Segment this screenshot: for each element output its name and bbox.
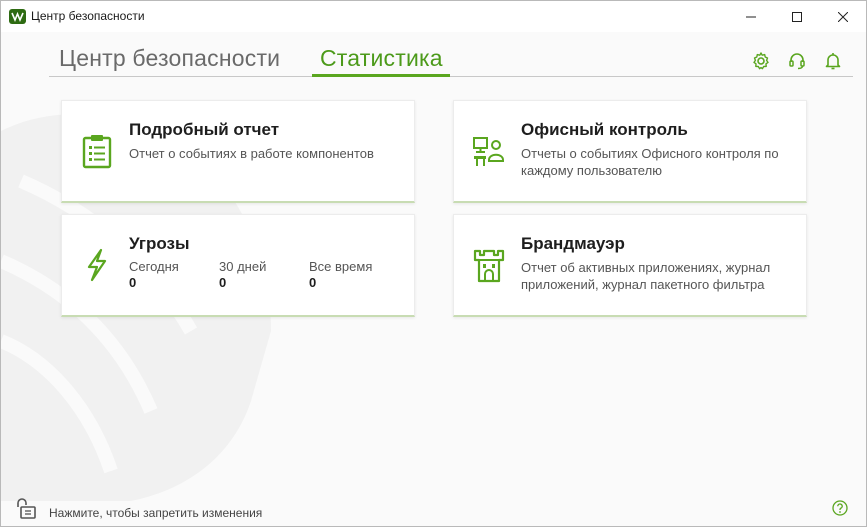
card-title: Брандмауэр [521,234,625,253]
card-title: Офисный контроль [521,120,688,139]
app-window: Центр безопасности Центр безопасности Ст… [0,0,867,527]
card-description: Отчет об активных приложениях, журнал пр… [521,260,771,292]
close-button[interactable] [820,1,866,32]
stat-30-days-label: 30 дней [219,259,267,274]
stat-all-time-value: 0 [309,275,317,290]
stat-today-label: Сегодня [129,259,179,274]
stat-today-value: 0 [129,275,137,290]
lightning-icon [87,248,107,282]
app-logo-icon [9,9,26,24]
minimize-icon [746,16,756,17]
window-title: Центр безопасности [31,9,145,23]
castle-icon [473,249,505,283]
card-description: Отчеты о событиях Офисного контроля по к… [521,146,779,178]
headset-icon[interactable] [787,51,807,71]
detailed-report-card[interactable]: Подробный отчет Отчет о событиях в работ… [61,100,415,203]
office-control-icon [473,137,504,166]
close-icon [838,11,848,22]
bell-icon[interactable] [823,51,843,71]
firewall-card[interactable]: Брандмауэр Отчет об активных приложениях… [453,214,807,317]
help-icon[interactable] [832,500,848,516]
stat-30-days-value: 0 [219,275,227,290]
maximize-icon [792,11,802,22]
maximize-button[interactable] [774,1,820,32]
lock-changes-link[interactable]: Нажмите, чтобы запретить изменения [49,506,262,520]
threats-card[interactable]: Угрозы Сегодня 0 30 дней 0 Все время 0 [61,214,415,317]
card-title: Подробный отчет [129,120,280,139]
title-bar[interactable]: Центр безопасности [1,1,866,32]
clipboard-icon [82,135,112,169]
stat-all-time-label: Все время [309,259,373,274]
tab-security-center[interactable]: Центр безопасности [59,45,280,78]
minimize-button[interactable] [728,1,774,32]
card-description: Отчет о событиях в работе компонентов [129,146,374,161]
office-control-card[interactable]: Офисный контроль Отчеты о событиях Офисн… [453,100,807,203]
unlock-icon[interactable] [15,496,39,520]
gear-icon[interactable] [751,51,771,71]
card-title: Угрозы [129,234,190,253]
tab-bar: Центр безопасности Статистика [49,41,853,77]
active-tab-indicator [312,74,450,77]
